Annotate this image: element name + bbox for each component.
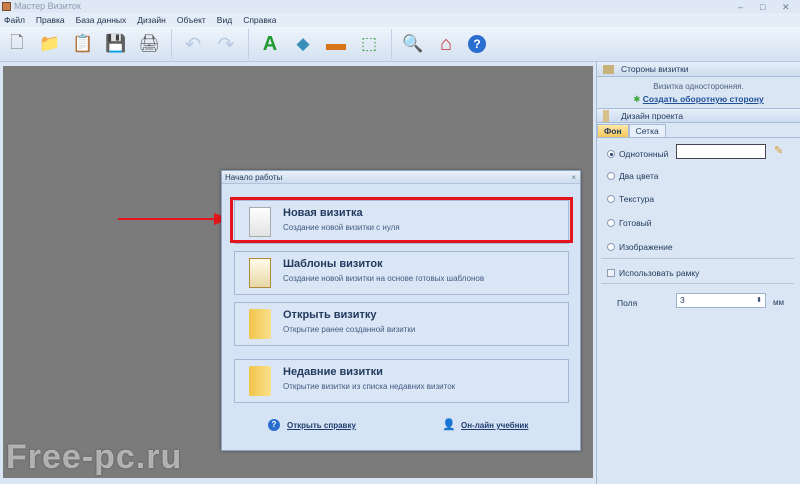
dialog-close-button[interactable]: × — [571, 171, 576, 184]
open-card-option[interactable]: Открыть визитку Открытие ранее созданной… — [234, 302, 569, 346]
watermark: Free-pc.ru — [6, 438, 183, 476]
zoom-icon[interactable]: 🔍 — [402, 33, 424, 55]
menu-database[interactable]: База данных — [76, 13, 127, 27]
new-file-icon[interactable]: 🗋 — [6, 33, 28, 55]
menu-edit[interactable]: Правка — [36, 13, 65, 27]
print-icon[interactable]: 🖨 — [138, 33, 160, 55]
design-header-label: Дизайн проекта — [621, 111, 684, 121]
recent-cards-option[interactable]: Недавние визитки Открытие визитки из спи… — [234, 359, 569, 403]
toolbar-separator — [391, 29, 392, 59]
sides-header-label: Стороны визитки — [621, 64, 689, 74]
margins-label: Поля — [617, 298, 638, 308]
option-subtitle: Создание новой визитки на основе готовых… — [283, 274, 485, 283]
margins-input[interactable]: 3 ⬍ — [676, 293, 766, 308]
highlight-box — [230, 197, 573, 243]
red-arrow-annotation — [118, 213, 230, 225]
toolbar-separator — [248, 29, 249, 59]
help-icon[interactable]: ? — [468, 35, 486, 53]
card-sides-icon — [603, 65, 614, 74]
option-subtitle: Открытие ранее созданной визитки — [283, 325, 416, 334]
redo-icon[interactable]: ↷ — [215, 33, 237, 56]
create-back-side-link[interactable]: Создать оборотную сторону — [643, 94, 764, 104]
templates-option[interactable]: Шаблоны визиток Создание новой визитки н… — [234, 251, 569, 295]
spinner-icon[interactable]: ⬍ — [756, 294, 762, 307]
menu-bar: Файл Правка База данных Дизайн Объект Ви… — [0, 13, 800, 27]
help-icon: ? — [268, 419, 280, 431]
title-bar: Мастер Визиток – □ ✕ — [0, 0, 800, 13]
sides-header: Стороны визитки — [597, 62, 800, 77]
app-icon — [2, 2, 11, 11]
option-title: Шаблоны визиток — [283, 258, 383, 270]
divider — [601, 283, 794, 284]
design-header: Дизайн проекта — [597, 108, 800, 123]
color-field[interactable] — [676, 144, 766, 159]
clipboard-icon — [249, 258, 271, 288]
radio-texture[interactable]: Текстура — [607, 194, 654, 204]
tab-grid[interactable]: Сетка — [628, 124, 666, 137]
dialog-header: Начало работы × — [222, 171, 580, 184]
properties-panel: Стороны визитки Визитка односторонняя. ✱… — [596, 62, 800, 484]
margins-unit: мм — [773, 298, 784, 307]
folder-icon — [249, 309, 271, 339]
dialog-title: Начало работы — [225, 173, 283, 182]
design-tabs: Фон Сетка — [597, 124, 800, 138]
recent-folder-icon — [249, 366, 271, 396]
divider — [601, 258, 794, 259]
design-icon — [603, 110, 609, 122]
radio-two-colors[interactable]: Два цвета — [607, 171, 659, 181]
online-tutorial-link[interactable]: Он-лайн учебник — [461, 421, 528, 430]
window-title: Мастер Визиток — [14, 1, 81, 11]
menu-object[interactable]: Объект — [177, 13, 206, 27]
menu-view[interactable]: Вид — [217, 13, 232, 27]
margins-value: 3 — [680, 295, 685, 305]
add-icon: ✱ — [633, 94, 641, 104]
open-folder-icon[interactable]: 📁 — [39, 33, 61, 55]
text-icon[interactable]: A — [259, 33, 281, 55]
user-icon: 👤 — [442, 419, 456, 431]
option-subtitle: Открытие визитки из списка недавних визи… — [283, 382, 456, 391]
save-icon[interactable]: 💾 — [105, 33, 127, 55]
radio-preset[interactable]: Готовый — [607, 218, 651, 228]
use-frame-checkbox[interactable]: Использовать рамку — [607, 268, 699, 278]
undo-icon[interactable]: ↶ — [182, 33, 204, 56]
eyedropper-icon[interactable]: ✎ — [774, 144, 783, 157]
radio-solid[interactable]: Однотонный — [607, 149, 668, 159]
radio-image[interactable]: Изображение — [607, 242, 673, 252]
option-title: Открыть визитку — [283, 309, 377, 321]
shapes-icon[interactable]: ◆ — [292, 33, 314, 55]
toolbar: 🗋 📁 📋 💾 🖨 ↶ ↷ A ◆ ▬ ⬚ 🔍 ⌂ ? — [0, 27, 800, 62]
background-options: Однотонный ✎ Два цвета Текстура Готовый … — [597, 138, 800, 358]
option-title: Недавние визитки — [283, 366, 383, 378]
sides-status: Визитка односторонняя. — [653, 82, 744, 91]
select-icon[interactable]: ⬚ — [358, 33, 380, 55]
menu-design[interactable]: Дизайн — [137, 13, 166, 27]
templates-icon[interactable]: 📋 — [72, 33, 94, 55]
toolbar-separator — [171, 29, 172, 59]
menu-help[interactable]: Справка — [243, 13, 276, 27]
tab-background[interactable]: Фон — [597, 124, 629, 137]
menu-file[interactable]: Файл — [4, 13, 25, 27]
home-icon[interactable]: ⌂ — [435, 33, 457, 55]
image-icon[interactable]: ▬ — [325, 33, 347, 55]
open-help-link[interactable]: Открыть справку — [287, 421, 356, 430]
